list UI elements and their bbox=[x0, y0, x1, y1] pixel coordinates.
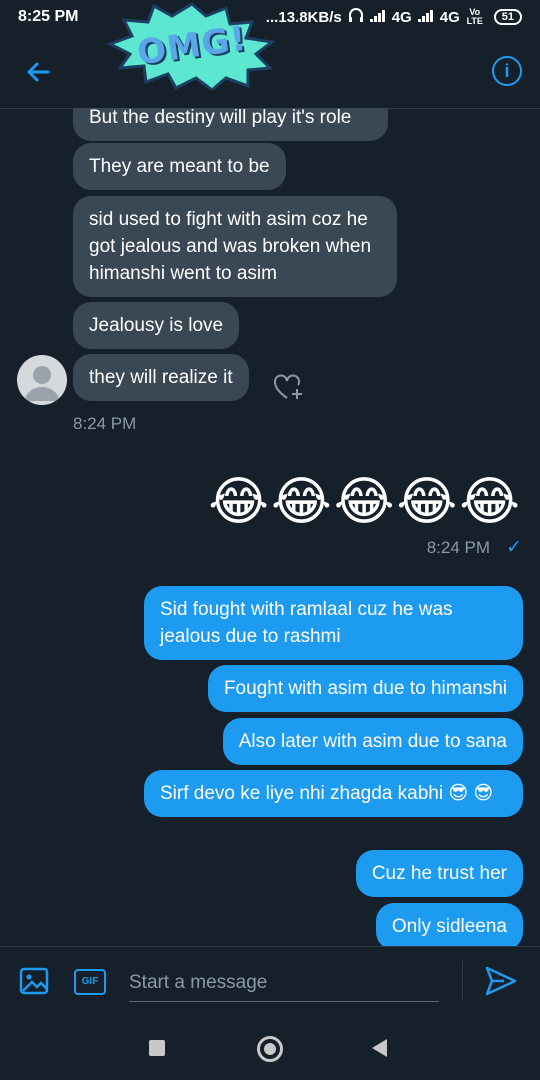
message-text: Sirf devo ke liye nhi zhagda kabhi 😎 😎 bbox=[160, 783, 494, 804]
image-icon[interactable] bbox=[19, 967, 49, 995]
send-icon[interactable] bbox=[484, 965, 518, 997]
status-icons: ...13.8KB/s 4G 4G Vo LTE 51 bbox=[266, 8, 522, 26]
chat-thread[interactable]: But the destiny will play it's role They… bbox=[0, 108, 540, 946]
outgoing-message[interactable]: Fought with asim due to himanshi bbox=[207, 665, 523, 712]
message-composer: GIF bbox=[0, 946, 540, 1015]
outgoing-message[interactable]: Also later with asim due to sana bbox=[222, 718, 523, 765]
signal-icon-2 bbox=[417, 9, 434, 26]
message-text: Jealousy is love bbox=[89, 315, 224, 336]
signal-icon bbox=[369, 9, 386, 26]
incoming-message[interactable]: They are meant to be bbox=[73, 143, 286, 190]
outgoing-message[interactable]: Sid fought with ramlaal cuz he was jealo… bbox=[144, 586, 523, 660]
message-input[interactable] bbox=[129, 965, 439, 1002]
message-text: They are meant to be bbox=[89, 156, 270, 177]
recents-icon[interactable] bbox=[149, 1040, 165, 1056]
incoming-message[interactable]: Jealousy is love bbox=[73, 302, 240, 349]
volte-label: Vo LTE bbox=[466, 7, 483, 26]
info-icon[interactable]: i bbox=[492, 56, 522, 86]
outgoing-message[interactable]: Sirf devo ke liye nhi zhagda kabhi 😎 😎 bbox=[144, 770, 523, 817]
message-text: Cuz he trust her bbox=[371, 863, 507, 884]
message-text: Sid fought with ramlaal cuz he was jealo… bbox=[160, 599, 453, 647]
network-type-1: 4G bbox=[391, 8, 412, 26]
headphone-icon bbox=[348, 8, 364, 26]
message-text: Fought with asim due to himanshi bbox=[223, 678, 507, 699]
message-text: Also later with asim due to sana bbox=[238, 731, 507, 752]
battery-icon: 51 bbox=[493, 9, 522, 25]
outgoing-message[interactable]: Only sidleena bbox=[375, 903, 523, 946]
composer-divider bbox=[462, 961, 463, 1001]
home-icon[interactable] bbox=[257, 1036, 283, 1062]
message-timestamp: 8:24 PM bbox=[426, 538, 490, 557]
incoming-message[interactable]: they will realize it bbox=[73, 354, 249, 401]
network-type-2: 4G bbox=[439, 8, 460, 26]
avatar[interactable] bbox=[17, 355, 67, 405]
gif-button[interactable]: GIF bbox=[74, 969, 106, 995]
android-nav-bar bbox=[0, 1014, 540, 1080]
outgoing-message[interactable]: Cuz he trust her bbox=[355, 850, 523, 897]
message-text: But the destiny will play it's role bbox=[89, 108, 352, 128]
heart-add-icon[interactable] bbox=[273, 373, 305, 403]
message-text: sid used to fight with asim coz he got j… bbox=[89, 209, 372, 284]
message-text: they will realize it bbox=[89, 367, 233, 388]
incoming-message[interactable]: sid used to fight with asim coz he got j… bbox=[73, 196, 397, 297]
status-time: 8:25 PM bbox=[18, 8, 79, 25]
message-text: Only sidleena bbox=[391, 916, 507, 937]
read-receipt-icon: ✓ bbox=[506, 537, 522, 558]
incoming-message[interactable]: But the destiny will play it's role bbox=[73, 108, 388, 141]
omg-sticker: OMG! bbox=[106, 2, 278, 90]
back-arrow-icon[interactable] bbox=[22, 56, 54, 88]
emoji-message[interactable]: 😂😂😂😂😂 bbox=[208, 472, 522, 532]
nav-back-icon[interactable] bbox=[372, 1039, 387, 1057]
message-timestamp: 8:24 PM bbox=[73, 414, 137, 433]
